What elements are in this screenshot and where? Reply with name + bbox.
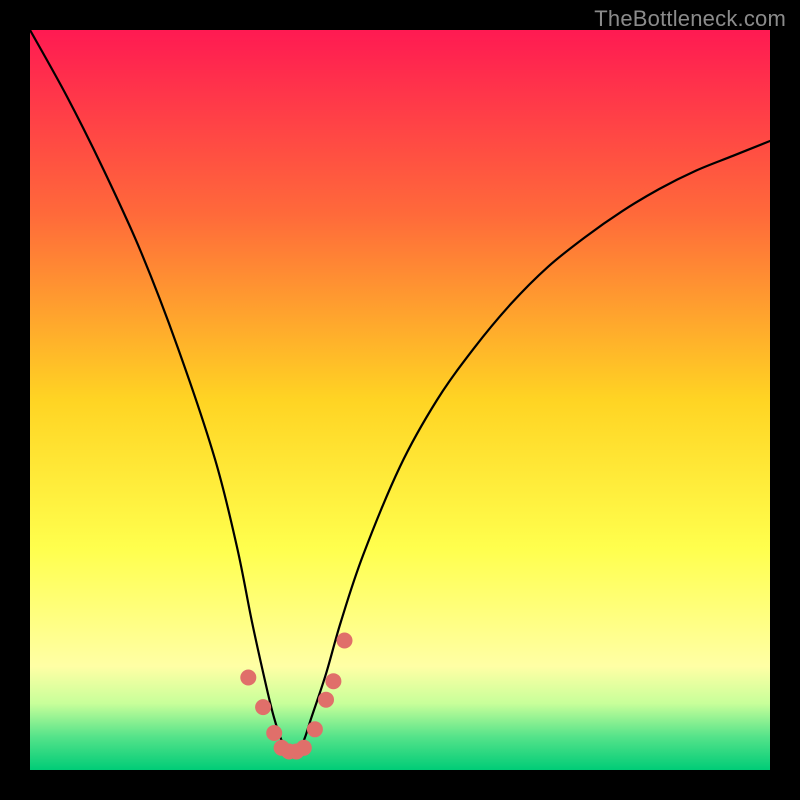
highlight-dot bbox=[255, 699, 271, 715]
highlight-dot bbox=[240, 670, 256, 686]
highlight-dot bbox=[325, 673, 341, 689]
chart-svg bbox=[30, 30, 770, 770]
highlight-dot bbox=[318, 692, 334, 708]
highlight-dot bbox=[296, 740, 312, 756]
watermark-text: TheBottleneck.com bbox=[594, 6, 786, 32]
highlight-dot bbox=[307, 721, 323, 737]
gradient-background bbox=[30, 30, 770, 770]
chart-plot-area bbox=[30, 30, 770, 770]
highlight-dot bbox=[266, 725, 282, 741]
chart-frame: TheBottleneck.com bbox=[0, 0, 800, 800]
highlight-dot bbox=[337, 633, 353, 649]
